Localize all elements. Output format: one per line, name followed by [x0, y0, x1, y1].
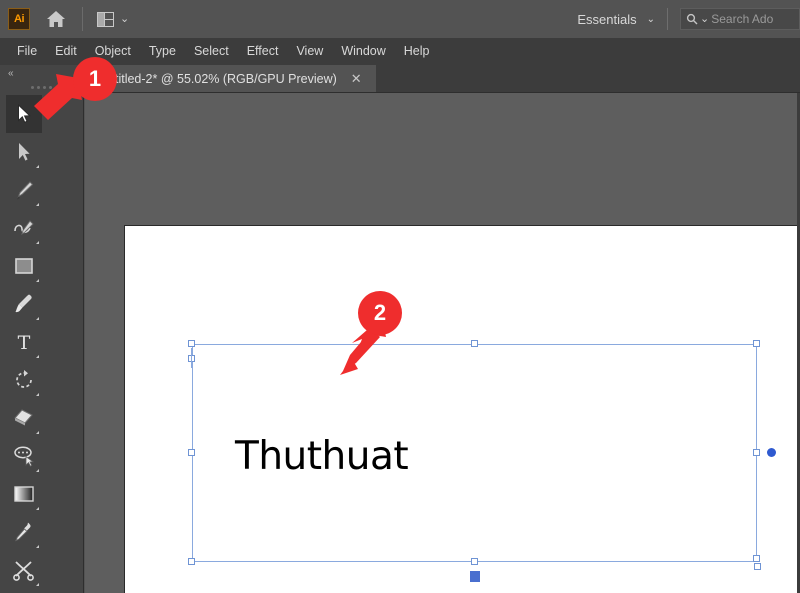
appbar-right-group: Essentials ⌄ ⌄ Search Ado [577, 0, 800, 38]
search-icon [686, 13, 698, 25]
selection-handle-top-center[interactable] [471, 340, 478, 347]
tool-flyout-indicator [36, 203, 39, 206]
selection-handle-bottom-right[interactable] [753, 555, 760, 562]
document-tab[interactable]: Untitled-2* @ 55.02% (RGB/GPU Preview) ✕ [85, 65, 376, 92]
pen-tool[interactable] [6, 171, 42, 209]
rectangle-tool[interactable] [6, 247, 42, 285]
menu-item-file[interactable]: File [8, 38, 46, 65]
application-bar: Ai ⌄ Essentials ⌄ ⌄ Search Ado [0, 0, 800, 38]
selection-bounding-box [192, 344, 757, 562]
tool-flyout-indicator [36, 165, 39, 168]
direct-selection-tool[interactable] [6, 133, 42, 171]
menu-item-type[interactable]: Type [140, 38, 185, 65]
selection-handle-middle-right[interactable] [753, 449, 760, 456]
arrange-documents-button[interactable]: ⌄ [97, 11, 130, 27]
paintbrush-tool[interactable] [6, 285, 42, 323]
tool-flyout-indicator [36, 469, 39, 472]
menu-item-edit[interactable]: Edit [46, 38, 86, 65]
text-in-port-handle[interactable] [754, 563, 761, 570]
appbar-divider [82, 7, 83, 31]
menu-item-help[interactable]: Help [395, 38, 439, 65]
tool-flyout-indicator [36, 545, 39, 548]
tool-flyout-indicator [36, 279, 39, 282]
collapse-panel-button[interactable]: « [0, 65, 83, 81]
menu-item-select[interactable]: Select [185, 38, 238, 65]
eyedropper-tool[interactable] [6, 513, 42, 551]
tool-grid: T [0, 93, 83, 593]
illustrator-logo: Ai [8, 8, 30, 30]
appbar-divider-2 [667, 8, 668, 30]
home-icon[interactable] [44, 7, 68, 31]
eraser-tool[interactable] [6, 399, 42, 437]
search-chevron-down-icon[interactable]: ⌄ [700, 13, 709, 25]
text-baseline-guide [191, 348, 192, 368]
scissors-tool[interactable] [6, 551, 42, 589]
workspace-switcher-label[interactable]: Essentials [577, 12, 636, 27]
shape-builder-tool[interactable] [6, 589, 42, 593]
tool-flyout-indicator [36, 317, 39, 320]
shaper-tool[interactable] [6, 437, 42, 475]
menu-bar: File Edit Object Type Select Effect View… [0, 38, 800, 65]
selection-handle-top-left[interactable] [188, 340, 195, 347]
menu-item-effect[interactable]: Effect [238, 38, 288, 65]
svg-text:T: T [18, 332, 31, 352]
selection-handle-bottom-center[interactable] [471, 558, 478, 565]
close-icon[interactable]: ✕ [351, 72, 362, 85]
selection-handle-bottom-left[interactable] [188, 558, 195, 565]
document-tab-bar: Untitled-2* @ 55.02% (RGB/GPU Preview) ✕ [85, 65, 800, 92]
menu-item-window[interactable]: Window [332, 38, 394, 65]
menu-item-view[interactable]: View [287, 38, 332, 65]
selection-tool[interactable] [6, 95, 42, 133]
selection-handle-top-right[interactable] [753, 340, 760, 347]
step-marker-1: 1 [73, 57, 117, 101]
gradient-tool[interactable] [6, 475, 42, 513]
curvature-tool[interactable] [6, 209, 42, 247]
step-marker-2: 2 [358, 291, 402, 335]
illustrator-window: Ai ⌄ Essentials ⌄ ⌄ Search Ado File Edit… [0, 0, 800, 593]
tools-panel: « T [0, 65, 84, 593]
tool-flyout-indicator [36, 241, 39, 244]
type-tool[interactable]: T [6, 323, 42, 361]
search-placeholder: Search Ado [711, 12, 774, 26]
text-out-port[interactable] [767, 448, 776, 457]
canvas-area[interactable]: Thuthuat [85, 93, 800, 593]
tool-flyout-indicator [36, 507, 39, 510]
tool-flyout-indicator [36, 355, 39, 358]
chevron-down-icon: ⌄ [120, 12, 130, 25]
text-baseline-marker[interactable] [470, 571, 480, 582]
tool-flyout-indicator [36, 583, 39, 586]
search-adobe-stock-input[interactable]: ⌄ Search Ado [680, 8, 800, 30]
document-tab-title: Untitled-2* @ 55.02% (RGB/GPU Preview) [99, 71, 337, 86]
tool-flyout-indicator [36, 393, 39, 396]
selection-handle-middle-left[interactable] [188, 449, 195, 456]
arrange-documents-icon [97, 11, 114, 27]
tool-flyout-indicator [36, 431, 39, 434]
workspace-chevron-down-icon[interactable]: ⌄ [647, 14, 655, 25]
rotate-tool[interactable] [6, 361, 42, 399]
panel-grip[interactable] [0, 81, 83, 93]
